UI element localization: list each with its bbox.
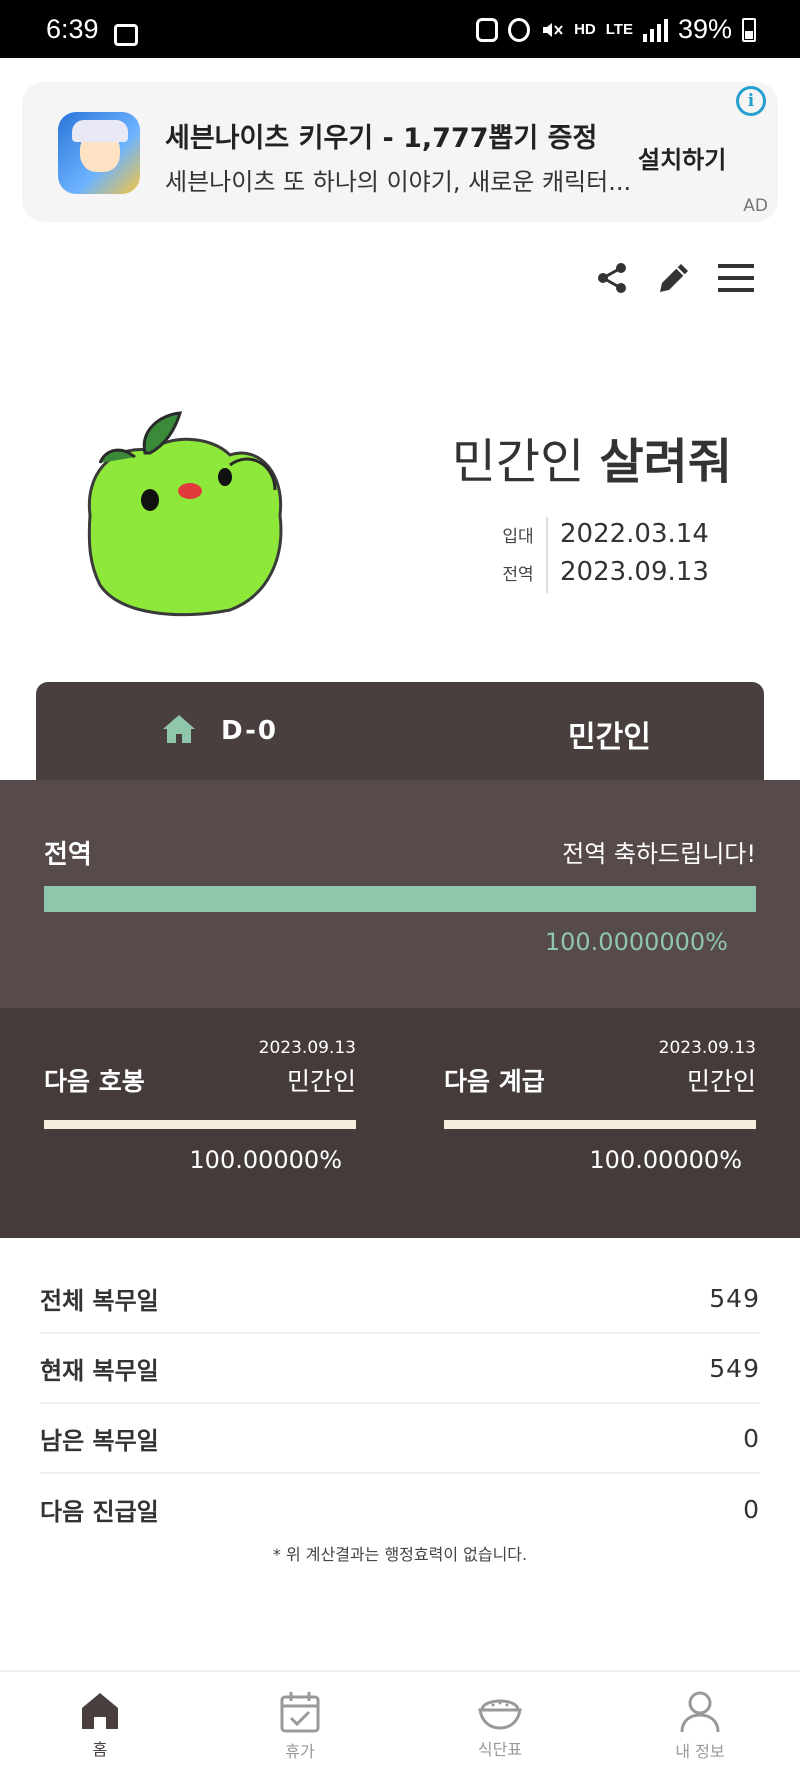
share-icon — [598, 263, 626, 293]
enlist-date: 2022.03.14 — [560, 519, 709, 549]
service-dates: 입대 2022.03.14 전역 2023.09.13 — [500, 515, 709, 593]
nav-meal-plan[interactable]: 식단표 — [400, 1672, 600, 1778]
signal-icon — [642, 18, 668, 42]
next-rank-percent: 100.00000% — [589, 1146, 742, 1174]
next-rank-progress-fill — [444, 1120, 756, 1129]
enlist-label: 입대 — [502, 526, 534, 547]
stat-row-remaining-days: 남은 복무일 0 — [40, 1404, 760, 1474]
discharge-progress-fill — [44, 886, 756, 912]
stat-label: 전체 복무일 — [40, 1286, 159, 1315]
next-pay-label: 다음 호봉 — [44, 1067, 145, 1096]
avatar — [87, 411, 283, 617]
menu-button[interactable] — [716, 258, 756, 298]
battery-icon — [742, 17, 756, 42]
next-pay-card: 2023.09.13 다음 호봉 민간인 100.00000% — [44, 1038, 356, 1198]
status-icons: HD LTE 39% — [476, 14, 756, 45]
discharge-row: 전역 2023.09.13 — [500, 553, 709, 591]
status-time: 6:39 — [46, 14, 99, 44]
nav-my-info[interactable]: 내 정보 — [600, 1672, 800, 1778]
enlist-row: 입대 2022.03.14 — [500, 515, 709, 553]
stat-row-total-days: 전체 복무일 549 — [40, 1264, 760, 1334]
nav-home-label: 홈 — [92, 1740, 108, 1759]
person-icon — [680, 1691, 720, 1733]
next-rank-progress-bar — [444, 1120, 756, 1129]
home-icon — [163, 715, 195, 743]
ad-description[interactable]: 세븐나이츠 또 하나의 이야기, 새로운 캐릭터... — [165, 162, 635, 197]
next-pay-value: 민간인 — [286, 1067, 356, 1096]
next-pay-progress-bar — [44, 1120, 356, 1129]
menu-icon — [718, 264, 754, 292]
discharge-label: 전역 — [502, 564, 534, 585]
nav-meal-plan-label: 식단표 — [477, 1740, 523, 1759]
stat-row-current-days: 현재 복무일 549 — [40, 1334, 760, 1404]
gallery-icon — [114, 24, 138, 46]
discharge-progress-percent: 100.0000000% — [544, 928, 728, 956]
rice-bowl-icon — [478, 1699, 522, 1730]
edit-button[interactable] — [654, 258, 694, 298]
home-icon — [82, 1693, 118, 1729]
next-pay-progress-fill — [44, 1120, 356, 1129]
nav-home[interactable]: 홈 — [0, 1672, 200, 1778]
stat-row-next-promotion: 다음 진급일 0 — [40, 1474, 760, 1544]
status-bar: 6:39 HD LTE 39% — [0, 0, 800, 58]
bottom-nav: 홈 휴가 식단표 내 정보 — [0, 1670, 800, 1778]
dday-count: D-0 — [221, 716, 278, 746]
share-button[interactable] — [592, 258, 632, 298]
service-stats-list: 전체 복무일 549 현재 복무일 549 남은 복무일 0 다음 진급일 0 — [40, 1264, 760, 1544]
ad-app-icon[interactable] — [58, 112, 140, 194]
dates-divider — [546, 517, 548, 593]
next-pay-date: 2023.09.13 — [258, 1038, 356, 1058]
stat-value: 549 — [709, 1283, 760, 1313]
next-rank-label: 다음 계급 — [444, 1067, 545, 1096]
next-pay-percent: 100.00000% — [189, 1146, 342, 1174]
discharge-progress-section: 전역 전역 축하드립니다! 100.0000000% — [0, 780, 800, 1008]
next-promotion-section: 2023.09.13 다음 호봉 민간인 100.00000% 2023.09.… — [0, 1008, 800, 1238]
alarm-icon — [508, 17, 531, 42]
recycle-icon — [476, 17, 499, 42]
profile-name-bold: 살려줘 — [599, 434, 732, 490]
discharge-progress-label: 전역 — [44, 840, 92, 870]
dday-status: 민간인 — [568, 720, 651, 755]
nav-vacation[interactable]: 휴가 — [200, 1672, 400, 1778]
discharge-progress-bar — [44, 886, 756, 912]
toolbar — [592, 258, 756, 298]
ad-banner[interactable]: 세븐나이츠 키우기 - 1,777뽑기 증정 세븐나이츠 또 하나의 이야기, … — [22, 82, 778, 222]
ad-label: AD — [743, 196, 768, 216]
discharge-date: 2023.09.13 — [560, 557, 709, 587]
stat-value: 0 — [743, 1423, 760, 1453]
ad-title[interactable]: 세븐나이츠 키우기 - 1,777뽑기 증정 — [165, 116, 597, 155]
battery-percent: 39% — [677, 14, 732, 44]
next-rank-value: 민간인 — [686, 1067, 756, 1096]
stat-value: 0 — [743, 1494, 760, 1524]
discharge-message: 전역 축하드립니다! — [562, 840, 756, 868]
ad-install-button[interactable]: 설치하기 — [638, 140, 726, 175]
nav-vacation-label: 휴가 — [285, 1742, 315, 1761]
profile-name: 민간인 살려줘 — [452, 422, 732, 492]
calendar-check-icon — [280, 1692, 320, 1733]
hd-voice-indicator: HD — [574, 20, 596, 38]
mute-icon — [543, 22, 563, 37]
next-rank-date: 2023.09.13 — [658, 1038, 756, 1058]
stat-label: 현재 복무일 — [40, 1356, 159, 1385]
disclaimer-text: * 위 계산결과는 행정효력이 없습니다. — [272, 1545, 528, 1564]
stat-value: 549 — [709, 1353, 760, 1383]
stat-label: 남은 복무일 — [40, 1426, 159, 1455]
ad-info-icon[interactable]: i — [736, 86, 766, 116]
profile-name-prefix: 민간인 — [451, 434, 585, 490]
lte-indicator: LTE — [605, 20, 633, 38]
stat-label: 다음 진급일 — [40, 1497, 159, 1526]
dday-bar: D-0 민간인 — [36, 682, 764, 780]
edit-icon — [660, 264, 688, 292]
next-rank-card: 2023.09.13 다음 계급 민간인 100.00000% — [444, 1038, 756, 1198]
nav-my-info-label: 내 정보 — [675, 1742, 725, 1761]
